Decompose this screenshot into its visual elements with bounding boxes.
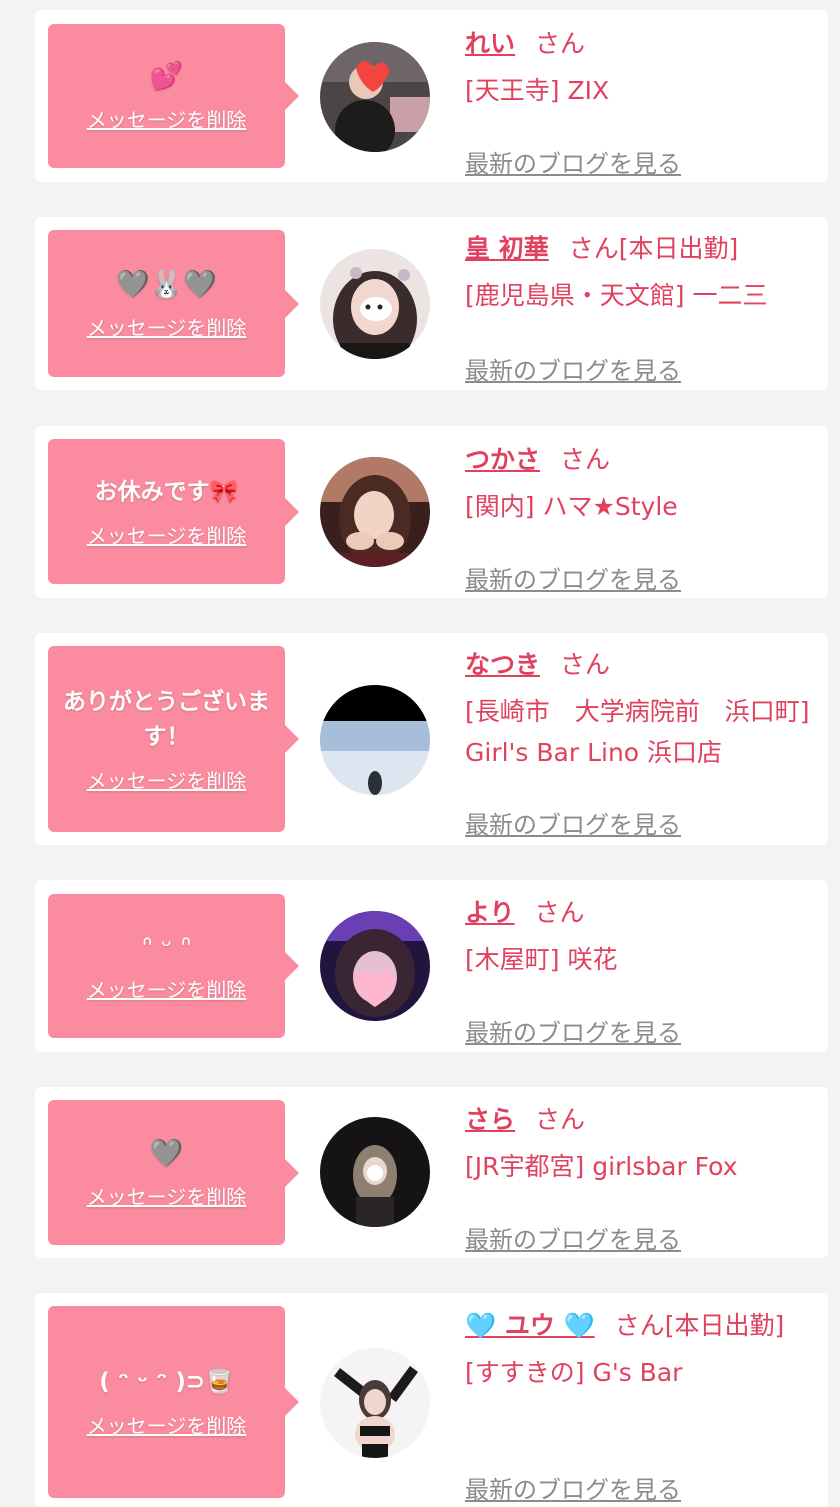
message-text: お休みです🎀: [94, 478, 239, 505]
avatar[interactable]: [320, 42, 430, 152]
message-bubble: ありがとうございます！ メッセージを削除: [48, 646, 299, 832]
name-line: 皇 初華 さん[本日出勤]: [465, 229, 815, 269]
latest-blog-link[interactable]: 最新のブログを見る: [465, 351, 681, 386]
message-text: ありがとうございます！: [63, 688, 270, 750]
message-bubble: ᐢ ᵕ ᐢ メッセージを削除: [48, 894, 299, 1038]
message-bubble: お休みです🎀 メッセージを削除: [48, 439, 299, 584]
avatar[interactable]: [320, 685, 430, 795]
cast-card: 🩶🐰🩶 メッセージを削除 皇 初華 さん[本日出勤] [鹿児島県・天文館] 一二三…: [35, 217, 828, 390]
cast-name[interactable]: より: [465, 898, 515, 927]
name-line: なつき さん: [465, 645, 815, 685]
message-text: ( ᵔ ᵕ ᵔ )⊃🥃: [99, 1369, 234, 1395]
delete-message-link[interactable]: メッセージを削除: [87, 312, 247, 341]
avatar[interactable]: [320, 911, 430, 1021]
cast-name[interactable]: 🩵 ユウ 🩵: [465, 1311, 595, 1340]
latest-blog-link[interactable]: 最新のブログを見る: [465, 805, 681, 840]
delete-message-link[interactable]: メッセージを削除: [87, 765, 247, 794]
honorific: さん: [568, 234, 619, 263]
message-text: 🩶🐰🩶: [116, 268, 217, 300]
cast-card: ᐢ ᵕ ᐢ メッセージを削除 より さん [木屋町] 咲花 最新のブログを見る: [35, 880, 828, 1052]
latest-blog-link[interactable]: 最新のブログを見る: [465, 1220, 681, 1255]
cast-name[interactable]: 皇 初華: [465, 234, 549, 263]
delete-message-link[interactable]: メッセージを削除: [87, 1181, 247, 1210]
latest-blog-link[interactable]: 最新のブログを見る: [465, 560, 681, 595]
cast-info: つかさ さん [関内] ハマ★Style 最新のブログを見る: [465, 440, 815, 594]
cast-card: ありがとうございます！ メッセージを削除 なつき さん [長崎市 大学病院前 浜口…: [35, 633, 828, 845]
cast-info: 皇 初華 さん[本日出勤] [鹿児島県・天文館] 一二三 最新のブログを見る: [465, 229, 815, 385]
message-bubble: ( ᵔ ᵕ ᵔ )⊃🥃 メッセージを削除: [48, 1306, 299, 1498]
cast-info: なつき さん [長崎市 大学病院前 浜口町] Girl's Bar Lino 浜口…: [465, 645, 815, 839]
cast-info: さら さん [JR宇都宮] girlsbar Fox 最新のブログを見る: [465, 1100, 815, 1254]
latest-blog-link[interactable]: 最新のブログを見る: [465, 1013, 681, 1048]
delete-message-link[interactable]: メッセージを削除: [87, 974, 247, 1003]
delete-message-link[interactable]: メッセージを削除: [87, 104, 247, 133]
message-bubble: 🩶🐰🩶 メッセージを削除: [48, 230, 299, 377]
message-text: 🩶: [149, 1137, 184, 1169]
message-text: 💕: [149, 61, 184, 92]
shop-name: [鹿児島県・天文館] 一二三: [465, 281, 768, 310]
name-line: れい さん: [465, 24, 815, 64]
shop-name: [関内] ハマ★Style: [465, 492, 678, 521]
honorific: さん: [614, 1311, 665, 1340]
favorites-list: 💕 メッセージを削除 れいさん [天王寺] ZIX 最新のブログを見る 🩶🐰🩶: [0, 0, 840, 1507]
latest-blog-link[interactable]: 最新のブログを見る: [465, 144, 681, 179]
delete-message-link[interactable]: メッセージを削除: [87, 520, 247, 549]
delete-message-link[interactable]: メッセージを削除: [87, 1410, 247, 1439]
honorific: さん: [560, 650, 611, 679]
name-line: 🩵 ユウ 🩵 さん[本日出勤]: [465, 1306, 815, 1346]
shop-name: [長崎市 大学病院前 浜口町] Girl's Bar Lino 浜口店: [465, 697, 810, 767]
cast-name[interactable]: れい: [465, 29, 515, 58]
avatar[interactable]: [320, 457, 430, 567]
avatar[interactable]: [320, 249, 430, 359]
cast-card: お休みです🎀 メッセージを削除 つかさ さん [関内] ハマ★Style 最新のブ…: [35, 426, 828, 598]
attendance-status: [本日出勤]: [664, 1311, 785, 1340]
honorific: さん: [560, 445, 611, 474]
honorific: さん: [535, 1105, 586, 1134]
message-bubble: 🩶 メッセージを削除: [48, 1100, 299, 1245]
honorific: さん: [535, 29, 586, 58]
cast-name[interactable]: なつき: [465, 650, 540, 679]
honorific: さん: [534, 898, 585, 927]
cast-name[interactable]: さら: [465, 1105, 515, 1134]
name-line: つかさ さん: [465, 440, 815, 480]
shop-name: [JR宇都宮] girlsbar Fox: [465, 1152, 738, 1181]
cast-name[interactable]: つかさ: [465, 445, 540, 474]
message-text: ᐢ ᵕ ᐢ: [141, 931, 192, 962]
shop-name: [すすきの] G's Bar: [465, 1358, 683, 1387]
avatar[interactable]: [320, 1348, 430, 1458]
shop-name: [天王寺] ZIX: [465, 76, 610, 105]
cast-card: ( ᵔ ᵕ ᵔ )⊃🥃 メッセージを削除 🩵 ユウ 🩵 さん[本日出勤] [すすき…: [35, 1293, 828, 1507]
cast-info: より さん [木屋町] 咲花 最新のブログを見る: [465, 893, 815, 1047]
name-line: さら さん: [465, 1100, 815, 1140]
cast-card: 💕 メッセージを削除 れい さん [天王寺] ZIX 最新のブログを見る: [35, 10, 828, 182]
shop-name: [木屋町] 咲花: [465, 945, 618, 974]
latest-blog-link[interactable]: 最新のブログを見る: [465, 1470, 681, 1505]
attendance-status: [本日出勤]: [618, 234, 739, 263]
avatar[interactable]: [320, 1117, 430, 1227]
message-bubble: 💕 メッセージを削除: [48, 24, 299, 168]
cast-info: れい さん [天王寺] ZIX 最新のブログを見る: [465, 24, 815, 178]
name-line: より さん: [465, 893, 815, 933]
cast-card: 🩶 メッセージを削除 さら さん [JR宇都宮] girlsbar Fox 最新の…: [35, 1087, 828, 1258]
cast-info: 🩵 ユウ 🩵 さん[本日出勤] [すすきの] G's Bar 最新のブログを見る: [465, 1306, 815, 1504]
